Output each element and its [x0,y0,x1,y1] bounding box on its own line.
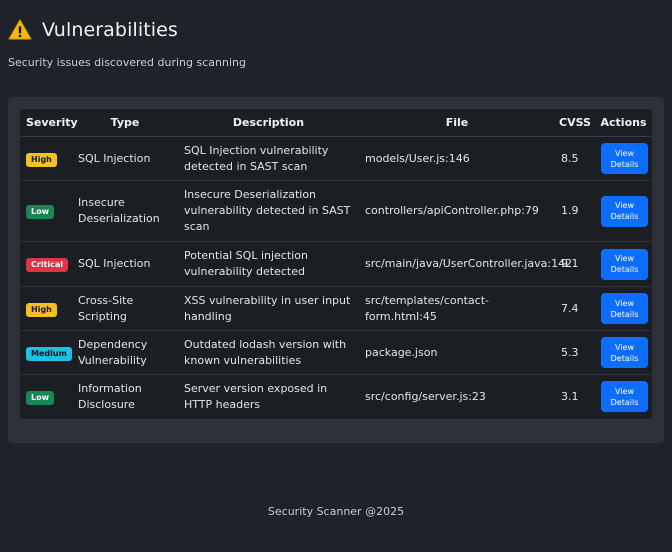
severity-cell: Critical [20,241,72,287]
table-row: Low Insecure Deserialization Insecure De… [20,180,652,242]
actions-cell: View Details [595,180,652,242]
cvss-cell: 1.9 [555,180,595,242]
file-cell: package.json [359,330,555,375]
severity-cell: Low [20,374,72,419]
column-header-file[interactable]: File [359,109,555,137]
severity-cell: Low [20,180,72,242]
table-body: High SQL Injection SQL Injection vulnera… [20,136,652,419]
actions-cell: View Details [595,136,652,181]
description-cell: SQL Injection vulnerability detected in … [178,136,359,181]
page-title: Vulnerabilities [42,19,178,41]
view-details-button[interactable]: View Details [601,195,648,227]
description-cell: Server version exposed in HTTP headers [178,374,359,419]
actions-cell: View Details [595,374,652,419]
table-row: Critical SQL Injection Potential SQL inj… [20,241,652,287]
cvss-cell: 5.3 [555,330,595,375]
table-row: High SQL Injection SQL Injection vulnera… [20,136,652,181]
severity-cell: Medium [20,330,72,375]
warning-icon [8,19,32,40]
view-details-button[interactable]: View Details [601,337,648,368]
severity-badge: Low [26,390,54,405]
type-cell: Dependency Vulnerability [72,330,178,375]
cvss-cell: 7.4 [555,286,595,331]
vulnerabilities-panel: Severity Type Description File CVSS Acti… [8,97,664,443]
column-header-type[interactable]: Type [72,109,178,137]
type-cell: Information Disclosure [72,374,178,419]
view-details-button[interactable]: View Details [601,381,648,413]
type-cell: Insecure Deserialization [72,180,178,242]
severity-badge: Critical [26,258,69,272]
description-cell: Insecure Deserialization vulnerability d… [178,180,359,242]
severity-badge: High [26,152,57,167]
view-details-button[interactable]: View Details [601,248,648,280]
file-cell: src/templates/contact-form.html:45 [359,286,555,331]
description-cell: Potential SQL injection vulnerability de… [178,241,359,287]
view-details-button[interactable]: View Details [601,143,648,174]
severity-badge: High [26,302,57,317]
severity-cell: High [20,286,72,331]
column-header-severity[interactable]: Severity [20,109,78,137]
footer-text: Security Scanner @2025 [267,505,405,518]
column-header-description[interactable]: Description [178,109,359,137]
type-cell: SQL Injection [72,136,178,181]
page-subtitle: Security issues discovered during scanni… [8,56,246,69]
cvss-cell: 9.1 [555,241,595,287]
description-cell: XSS vulnerability in user input handling [178,286,359,331]
table-row: High Cross-Site Scripting XSS vulnerabil… [20,286,652,331]
view-details-button[interactable]: View Details [601,293,648,324]
description-cell: Outdated lodash version with known vulne… [178,330,359,375]
file-cell: src/config/server.js:23 [359,374,555,419]
table-header-row: Severity Type Description File CVSS Acti… [20,109,652,137]
table-row: Medium Dependency Vulnerability Outdated… [20,330,652,375]
actions-cell: View Details [595,241,652,287]
file-cell: src/main/java/UserController.java:142 [359,241,572,287]
type-cell: SQL Injection [72,241,178,287]
severity-cell: High [20,136,72,181]
severity-badge: Low [26,205,54,219]
severity-badge: Medium [26,346,72,361]
page-header: Vulnerabilities [8,18,178,42]
file-cell: models/User.js:146 [359,136,555,181]
actions-cell: View Details [595,286,652,331]
column-header-actions: Actions [595,109,652,137]
column-header-cvss[interactable]: CVSS [555,109,595,137]
vulnerabilities-table: Severity Type Description File CVSS Acti… [20,109,652,419]
type-cell: Cross-Site Scripting [72,286,178,331]
actions-cell: View Details [595,330,652,375]
cvss-cell: 8.5 [555,136,595,181]
table-row: Low Information Disclosure Server versio… [20,374,652,419]
file-cell: controllers/apiController.php:79 [359,180,555,242]
cvss-cell: 3.1 [555,374,595,419]
